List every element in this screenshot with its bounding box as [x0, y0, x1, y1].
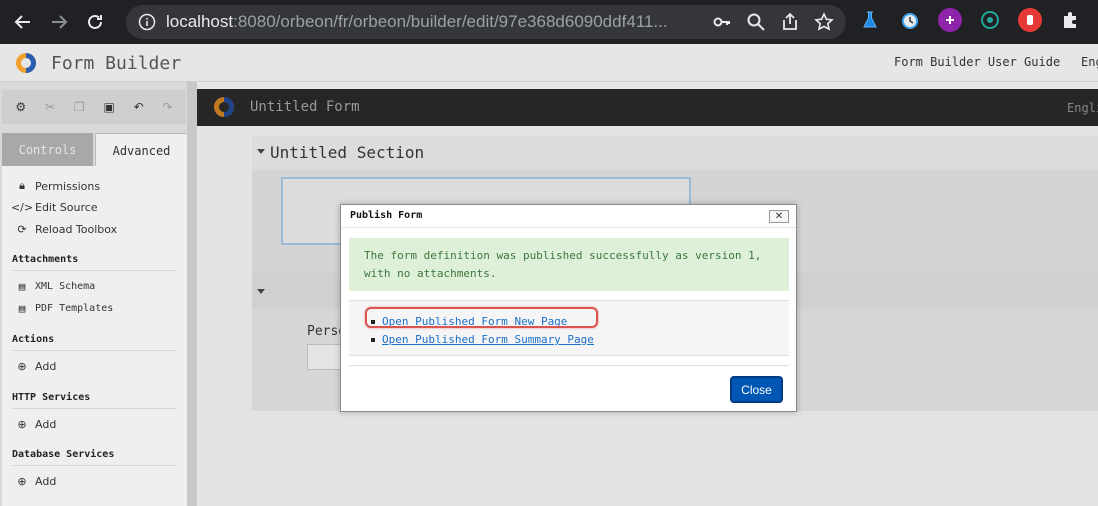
- divider: [12, 270, 177, 271]
- publish-form-dialog: Publish Form ✕ The form definition was p…: [340, 204, 797, 412]
- divider: [12, 465, 177, 466]
- highlight-annotation: [365, 307, 598, 328]
- form-language-selector[interactable]: Engli: [1067, 101, 1098, 115]
- section-title[interactable]: Untitled Section: [270, 143, 424, 162]
- zoom-icon[interactable]: [746, 12, 766, 32]
- success-alert: The form definition was published succes…: [349, 238, 789, 291]
- browser-toolbar: localhost:8080/orbeon/fr/orbeon/builder/…: [0, 0, 1098, 44]
- actions-add-item[interactable]: ⊕ Add: [16, 360, 56, 373]
- form-title[interactable]: Untitled Form: [250, 99, 360, 115]
- share-icon[interactable]: [780, 12, 800, 32]
- db-add-item[interactable]: ⊕ Add: [16, 475, 56, 488]
- field-input[interactable]: [307, 344, 341, 370]
- permissions-item[interactable]: 🔒︎ Permissions: [16, 179, 100, 193]
- settings-icon[interactable]: ⚙: [15, 100, 26, 114]
- file-icon: ▤: [18, 302, 26, 315]
- plus-circle-icon: ⊕: [17, 360, 27, 373]
- toolbox-toolbar: ⚙ ✂ ❐ ▣ ↶ ↷: [2, 90, 186, 124]
- open-summary-page-link[interactable]: Open Published Form Summary Page: [382, 333, 594, 346]
- url-path: :8080/orbeon/fr/orbeon/builder/edit/97e3…: [233, 12, 668, 31]
- tab-advanced[interactable]: Advanced: [95, 133, 188, 167]
- divider: [12, 408, 177, 409]
- attachments-heading: Attachments: [12, 254, 79, 265]
- edit-source-label: Edit Source: [35, 201, 98, 214]
- address-bar[interactable]: localhost:8080/orbeon/fr/orbeon/builder/…: [126, 5, 846, 39]
- file-icon: ▤: [18, 280, 26, 293]
- forward-button[interactable]: [46, 9, 72, 35]
- database-services-heading: Database Services: [12, 449, 115, 460]
- url-host: localhost: [166, 12, 234, 31]
- bullet: [371, 337, 375, 342]
- redo-icon[interactable]: ↷: [162, 100, 172, 114]
- plus-circle-icon: ⊕: [17, 418, 27, 431]
- dialog-close-icon[interactable]: ✕: [769, 210, 789, 223]
- reload-button[interactable]: [82, 9, 108, 35]
- info-icon[interactable]: [138, 13, 156, 31]
- actions-add-label: Add: [35, 360, 57, 373]
- success-message: The form definition was published succes…: [364, 249, 762, 280]
- lock-icon: 🔒︎: [19, 179, 25, 192]
- extensions-bar: [858, 8, 1082, 32]
- orbeon-logo-icon: [16, 53, 36, 73]
- cut-icon[interactable]: ✂: [45, 100, 55, 114]
- arrow-left-icon: [14, 15, 30, 29]
- reload-icon: [88, 14, 102, 29]
- extension-purple-icon[interactable]: [938, 8, 962, 32]
- star-icon[interactable]: [814, 12, 834, 32]
- edit-source-item[interactable]: </> Edit Source: [10, 201, 98, 214]
- extension-circle-icon[interactable]: [978, 8, 1002, 32]
- user-guide-link[interactable]: Form Builder User Guide: [894, 55, 1060, 69]
- http-services-heading: HTTP Services: [12, 392, 91, 403]
- section-header[interactable]: Untitled Section: [252, 136, 1098, 170]
- extension-hand-icon[interactable]: [1018, 8, 1042, 32]
- form-header: Untitled Form Engli: [197, 89, 1098, 126]
- language-selector[interactable]: Eng: [1081, 55, 1098, 69]
- back-button[interactable]: [10, 9, 36, 35]
- permissions-label: Permissions: [35, 179, 101, 193]
- arrow-right-icon: [52, 15, 68, 29]
- collapse-caret-icon[interactable]: [257, 149, 265, 154]
- actions-heading: Actions: [12, 334, 55, 345]
- app-title: Form Builder: [51, 53, 182, 74]
- collapse-caret-icon[interactable]: [257, 289, 265, 294]
- toolbox-scrollbar[interactable]: [187, 82, 197, 506]
- pdf-templates-label: PDF Templates: [35, 303, 114, 314]
- extension-alarm-icon[interactable]: [898, 8, 922, 32]
- undo-icon[interactable]: ↶: [134, 100, 144, 114]
- paste-icon[interactable]: ▣: [103, 100, 114, 114]
- copy-icon[interactable]: ❐: [74, 100, 85, 114]
- close-button[interactable]: Close: [730, 376, 783, 403]
- http-add-item[interactable]: ⊕ Add: [16, 418, 56, 431]
- dialog-title: Publish Form: [350, 210, 423, 221]
- pdf-templates-item[interactable]: ▤ PDF Templates: [16, 302, 114, 315]
- reload-toolbox-item[interactable]: ⟳ Reload Toolbox: [16, 223, 117, 236]
- http-add-label: Add: [35, 418, 57, 431]
- orbeon-logo-icon: [214, 97, 234, 117]
- advanced-panel: 🔒︎ Permissions </> Edit Source ⟳ Reload Too…: [2, 166, 187, 506]
- tab-controls[interactable]: Controls: [2, 133, 93, 167]
- divider: [12, 350, 177, 351]
- url-text[interactable]: localhost:8080/orbeon/fr/orbeon/builder/…: [166, 12, 668, 32]
- extensions-puzzle-icon[interactable]: [1058, 8, 1082, 32]
- reload-toolbox-label: Reload Toolbox: [35, 223, 118, 236]
- db-add-label: Add: [35, 475, 57, 488]
- plus-circle-icon: ⊕: [17, 475, 27, 488]
- toolbox: ⚙ ✂ ❐ ▣ ↶ ↷ Controls Advanced 🔒︎ Permissi…: [0, 82, 197, 506]
- refresh-icon: ⟳: [17, 223, 27, 236]
- code-icon: </>: [10, 201, 34, 214]
- xml-schema-item[interactable]: ▤ XML Schema: [16, 280, 96, 293]
- key-icon[interactable]: [712, 12, 732, 32]
- toolbox-tabs: Controls Advanced: [2, 133, 188, 167]
- link-row-summary: Open Published Form Summary Page: [371, 333, 594, 346]
- extension-flask-icon[interactable]: [858, 8, 882, 32]
- dialog-divider: [349, 365, 789, 366]
- url-actions: [712, 12, 834, 32]
- dialog-header: Publish Form ✕: [341, 205, 796, 228]
- xml-schema-label: XML Schema: [35, 281, 96, 292]
- app-header: Form Builder Form Builder User Guide Eng: [0, 44, 1098, 82]
